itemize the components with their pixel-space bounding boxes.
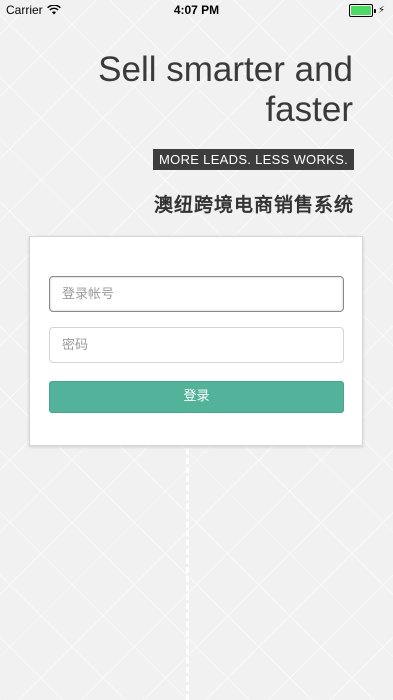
username-input[interactable]	[49, 276, 344, 312]
system-name: 澳纽跨境电商销售系统	[153, 194, 354, 216]
charging-bolt-icon: ⚡	[377, 5, 385, 16]
hero-title: Sell smarter and faster	[98, 50, 353, 129]
password-input[interactable]	[49, 327, 344, 363]
status-time: 4:07 PM	[173, 3, 220, 17]
tagline-badge: MORE LEADS. LESS WORKS.	[153, 149, 354, 170]
battery-charging-icon: ⚡	[348, 4, 385, 17]
login-card: 登录	[29, 236, 363, 446]
login-button[interactable]: 登录	[49, 381, 344, 413]
status-bar: Carrier 4:07 PM ⚡	[0, 0, 393, 20]
